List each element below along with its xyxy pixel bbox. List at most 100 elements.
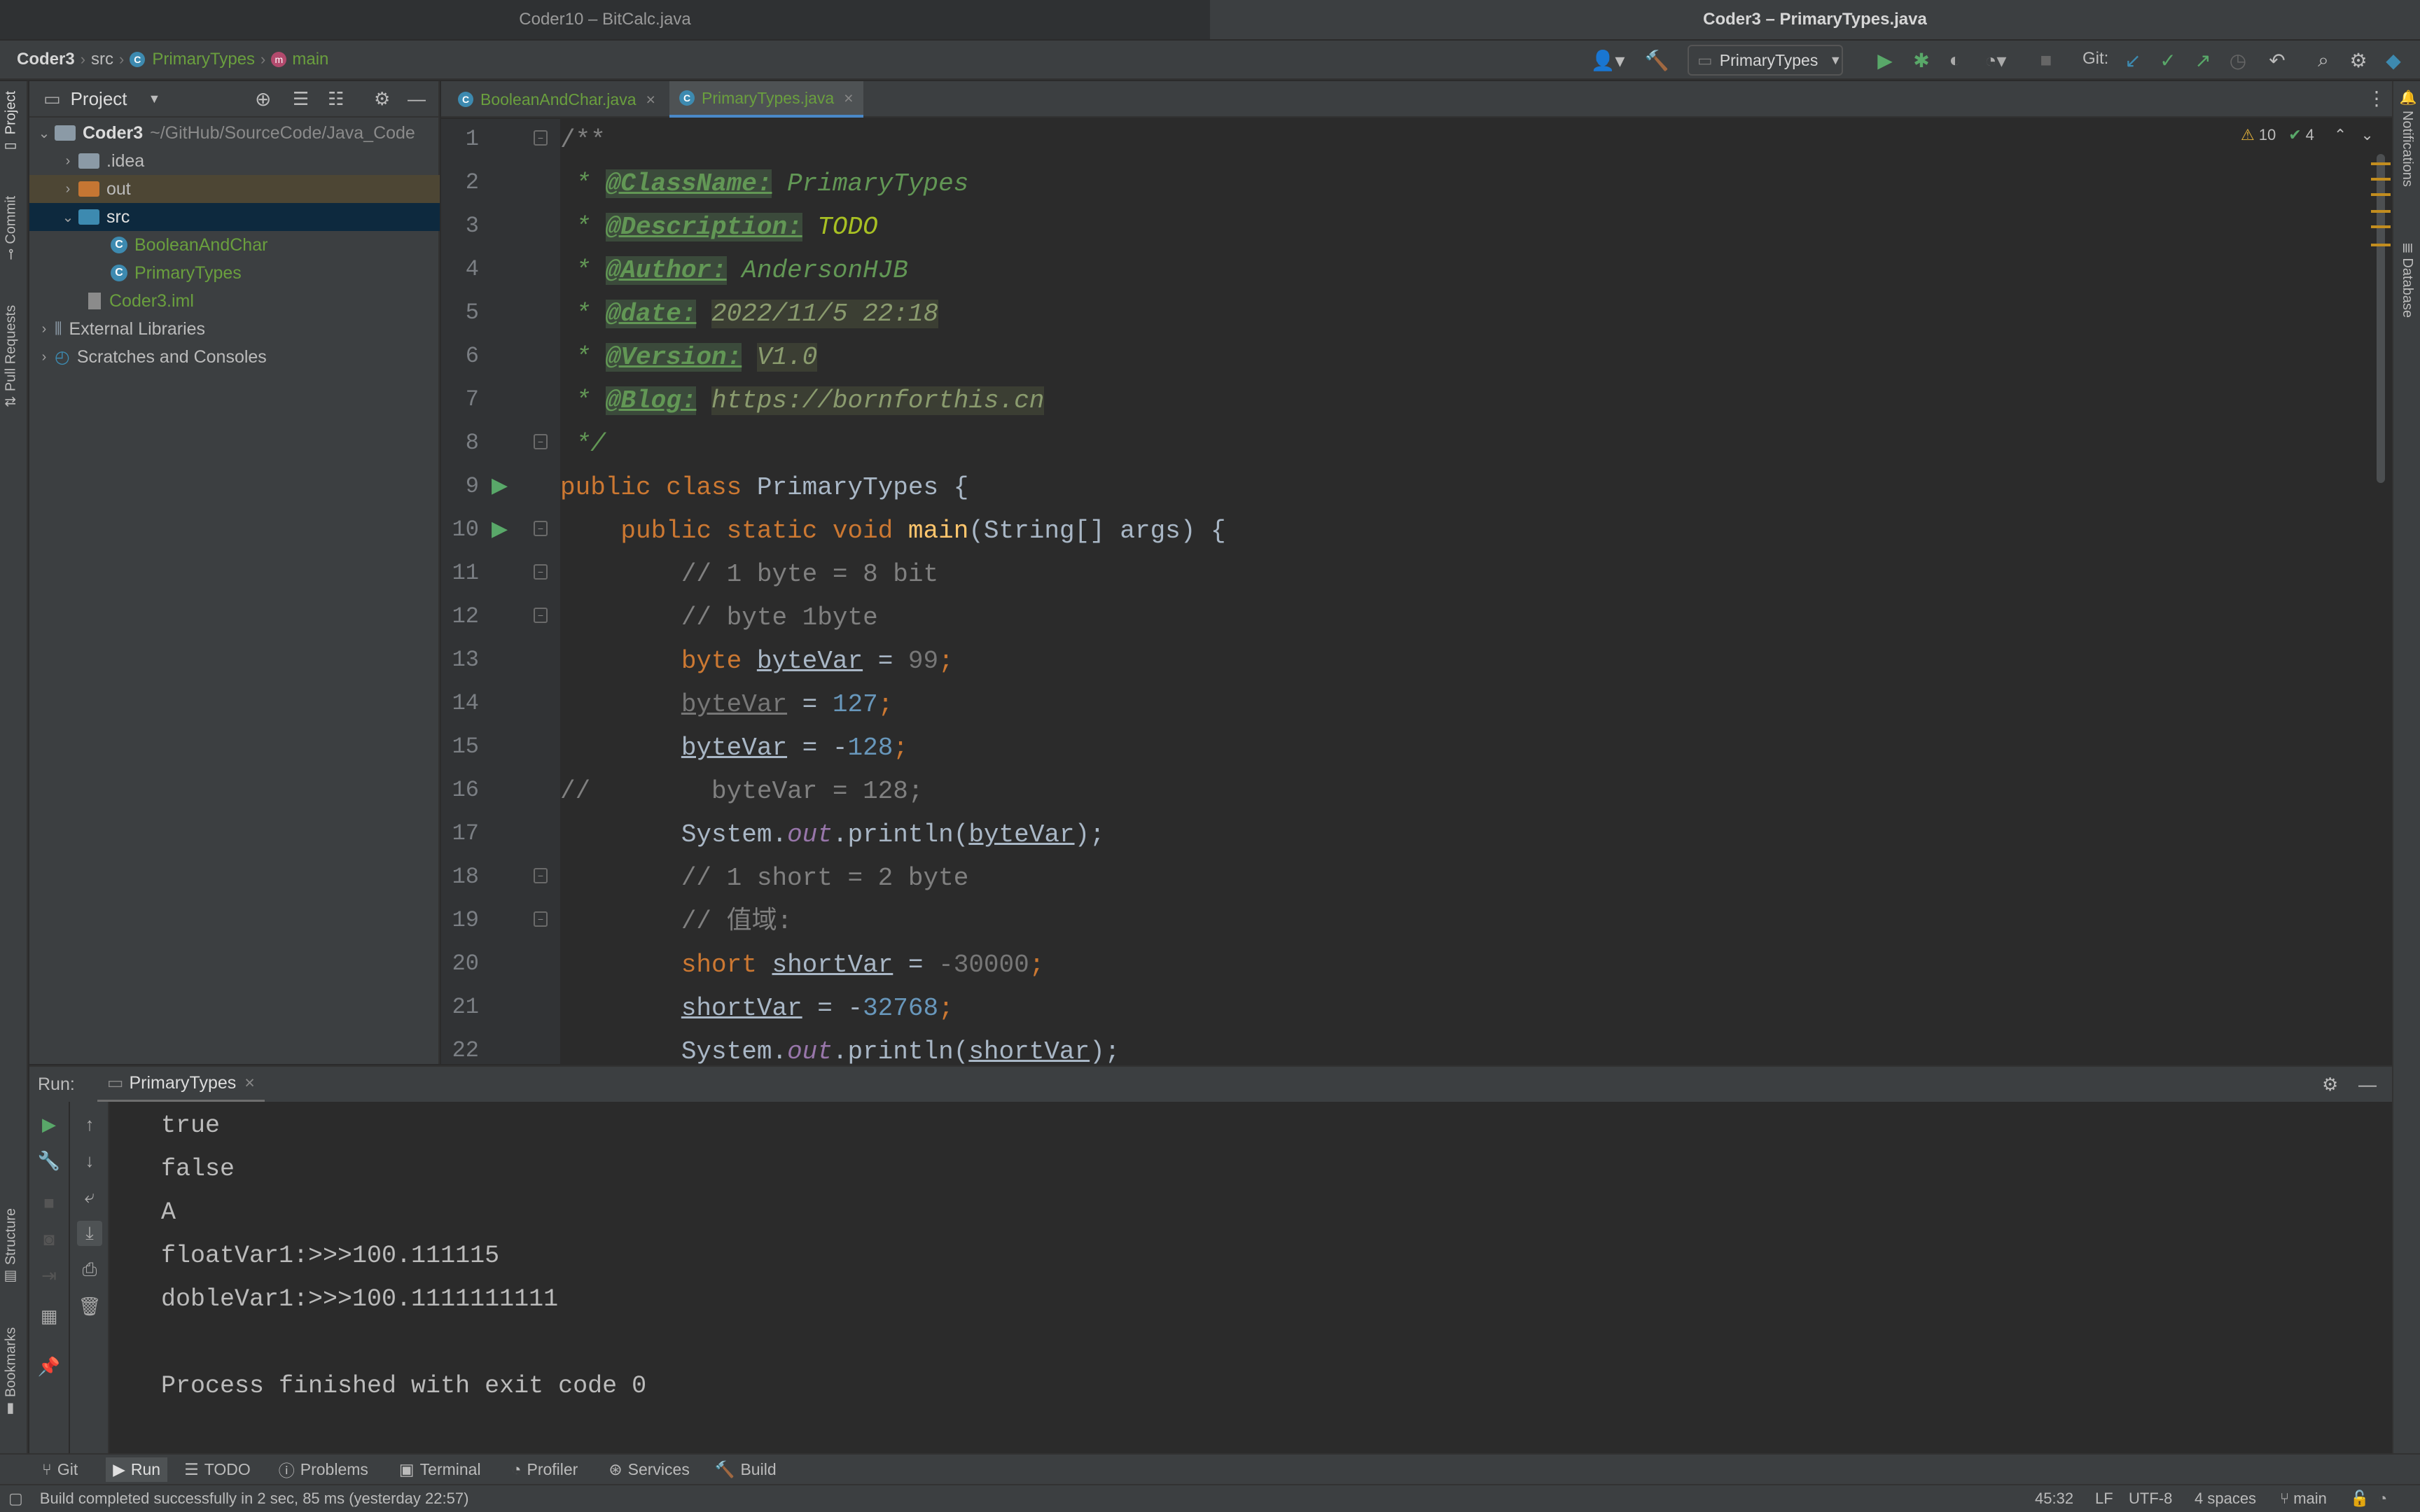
- code-line[interactable]: // 1 byte = 8 bit: [560, 553, 938, 596]
- trash-icon[interactable]: 🗑: [77, 1294, 102, 1319]
- tool-terminal[interactable]: ▣ Terminal: [399, 1460, 481, 1479]
- tool-todo[interactable]: ☰ TODO: [184, 1460, 251, 1479]
- gutter-run-icon[interactable]: ▶: [492, 517, 508, 541]
- line-number[interactable]: 10: [441, 517, 479, 542]
- warning-mark[interactable]: [2371, 244, 2391, 246]
- minimize-icon[interactable]: —: [2358, 1074, 2377, 1096]
- warning-mark[interactable]: [2371, 178, 2391, 181]
- code-line[interactable]: short shortVar = -30000;: [560, 944, 1045, 987]
- line-number[interactable]: 8: [441, 430, 479, 456]
- minimize-icon[interactable]: —: [408, 88, 426, 110]
- tool-build[interactable]: 🔨 Build: [715, 1460, 777, 1479]
- editor-tab-booleanandchar[interactable]: C BooleanAndChar.java ×: [448, 81, 665, 118]
- fold-marker-icon[interactable]: −: [534, 911, 548, 927]
- tree-item-external-libraries[interactable]: › ⫴ External Libraries: [29, 315, 440, 343]
- code-line[interactable]: byte byteVar = 99;: [560, 640, 954, 683]
- tree-root-coder3[interactable]: ⌄ Coder3 ~/GitHub/SourceCode/Java_Code: [29, 119, 440, 147]
- run-tab-primarytypes[interactable]: ▭ PrimaryTypes ×: [97, 1066, 265, 1102]
- chevron-up-icon[interactable]: ⌃: [2334, 126, 2346, 144]
- code-line[interactable]: */: [560, 423, 606, 466]
- breadcrumb-project[interactable]: Coder3: [17, 50, 75, 69]
- code-line[interactable]: /**: [560, 119, 606, 162]
- tree-item-scratches[interactable]: › ◴ Scratches and Consoles: [29, 343, 440, 371]
- tool-run[interactable]: ▶ Run: [106, 1457, 168, 1482]
- gear-icon[interactable]: ⚙: [374, 88, 390, 110]
- line-number[interactable]: 5: [441, 300, 479, 326]
- code-line[interactable]: shortVar = -32768;: [560, 987, 954, 1030]
- fold-marker-icon[interactable]: −: [534, 434, 548, 449]
- tree-item-primarytypes[interactable]: C PrimaryTypes: [29, 259, 440, 287]
- code-line[interactable]: // 1 short = 2 byte: [560, 857, 968, 900]
- warning-mark[interactable]: [2371, 162, 2391, 165]
- debug-icon[interactable]: ✱: [1906, 46, 1937, 74]
- camera-icon[interactable]: ◙: [36, 1226, 62, 1252]
- arrow-down-icon[interactable]: ↓: [77, 1148, 102, 1173]
- line-number[interactable]: 22: [441, 1037, 479, 1063]
- code-line[interactable]: byteVar = -128;: [560, 727, 908, 770]
- rollback-icon[interactable]: ↶: [2262, 46, 2293, 74]
- code-line[interactable]: public static void main(String[] args) {: [560, 510, 1225, 553]
- line-number[interactable]: 14: [441, 690, 479, 716]
- stripe-project[interactable]: ▭ Project: [3, 91, 20, 155]
- line-number[interactable]: 6: [441, 343, 479, 369]
- breadcrumb-method[interactable]: main: [292, 50, 328, 69]
- stripe-pull-requests[interactable]: ⇅ Pull Requests: [3, 305, 20, 407]
- status-message[interactable]: Build completed successfully in 2 sec, 8…: [40, 1490, 469, 1508]
- line-number[interactable]: 19: [441, 907, 479, 933]
- profile-run-icon[interactable]: ◔▾: [1975, 46, 2017, 74]
- line-number[interactable]: 13: [441, 647, 479, 673]
- locate-icon[interactable]: ⊕: [255, 88, 271, 111]
- git-push-icon[interactable]: ↗: [2188, 46, 2218, 74]
- editor-scrollbar[interactable]: [2377, 154, 2385, 483]
- history-icon[interactable]: ◷: [2223, 46, 2253, 74]
- expand-all-icon[interactable]: ☰: [293, 88, 309, 110]
- chevron-down-icon[interactable]: ▼: [148, 92, 161, 106]
- collapse-all-icon[interactable]: ☷: [328, 88, 344, 110]
- close-icon[interactable]: ×: [646, 90, 655, 109]
- line-number[interactable]: 15: [441, 734, 479, 760]
- project-view-select[interactable]: Project: [71, 88, 127, 110]
- more-tabs-icon[interactable]: ⋮: [2367, 87, 2386, 110]
- line-number[interactable]: 9: [441, 473, 479, 499]
- line-number[interactable]: 12: [441, 603, 479, 629]
- rerun-icon[interactable]: ▶: [36, 1112, 62, 1137]
- window-tab-coder3[interactable]: Coder3 – PrimaryTypes.java: [1210, 0, 2420, 39]
- fold-marker-icon[interactable]: −: [534, 130, 548, 146]
- hammer-build-icon[interactable]: 🔨: [1641, 46, 1672, 74]
- exit-icon[interactable]: ⇥: [36, 1263, 62, 1288]
- fold-marker-icon[interactable]: −: [534, 564, 548, 580]
- tree-item-iml[interactable]: Coder3.iml: [29, 287, 440, 315]
- warning-mark[interactable]: [2371, 225, 2391, 228]
- cursor-position[interactable]: 45:32: [2035, 1490, 2073, 1508]
- lock-icon[interactable]: 🔓: [2350, 1490, 2369, 1508]
- line-number[interactable]: 20: [441, 951, 479, 976]
- line-number[interactable]: 4: [441, 256, 479, 282]
- pin-icon[interactable]: 📌: [36, 1354, 62, 1379]
- git-branch-widget[interactable]: ⑂ main: [2280, 1490, 2327, 1508]
- code-editor[interactable]: /** * @ClassName: PrimaryTypes * @Descri…: [560, 119, 2371, 1064]
- scroll-to-end-icon[interactable]: ⤓: [77, 1221, 102, 1246]
- code-line[interactable]: * @ClassName: PrimaryTypes: [560, 162, 968, 206]
- stripe-notifications[interactable]: 🔔 Notifications: [2399, 90, 2416, 187]
- stripe-database[interactable]: ≣ Database: [2399, 242, 2416, 318]
- code-line[interactable]: // 值域:: [560, 900, 792, 944]
- arrow-up-icon[interactable]: ↑: [77, 1112, 102, 1137]
- line-number[interactable]: 11: [441, 560, 479, 586]
- stripe-commit[interactable]: ⊸ Commit: [3, 196, 20, 260]
- run-icon[interactable]: ▶: [1870, 46, 1900, 74]
- layout-icon[interactable]: ▦: [36, 1303, 62, 1329]
- gear-icon[interactable]: ⚙: [2322, 1074, 2338, 1096]
- code-line[interactable]: * @Author: AndersonHJB: [560, 249, 908, 293]
- code-line[interactable]: public class PrimaryTypes {: [560, 466, 968, 510]
- code-line[interactable]: * @Blog: https://bornforthis.cn: [560, 379, 1045, 423]
- line-number[interactable]: 18: [441, 864, 479, 890]
- tree-item-out[interactable]: › out: [29, 175, 440, 203]
- coverage-icon[interactable]: ◐: [1940, 46, 1970, 74]
- warning-mark[interactable]: [2371, 210, 2391, 213]
- run-output-console[interactable]: true false A floatVar1:>>>100.111115 dob…: [29, 1102, 2392, 1453]
- code-line[interactable]: // byte 1byte: [560, 596, 878, 640]
- tool-git[interactable]: ⑂ Git: [42, 1460, 78, 1479]
- gear-icon[interactable]: ⚙: [2343, 46, 2374, 74]
- close-icon[interactable]: ×: [244, 1073, 255, 1093]
- inspection-widget[interactable]: ⚠ 10 ✔ 4 ⌃ ⌄: [2241, 126, 2374, 144]
